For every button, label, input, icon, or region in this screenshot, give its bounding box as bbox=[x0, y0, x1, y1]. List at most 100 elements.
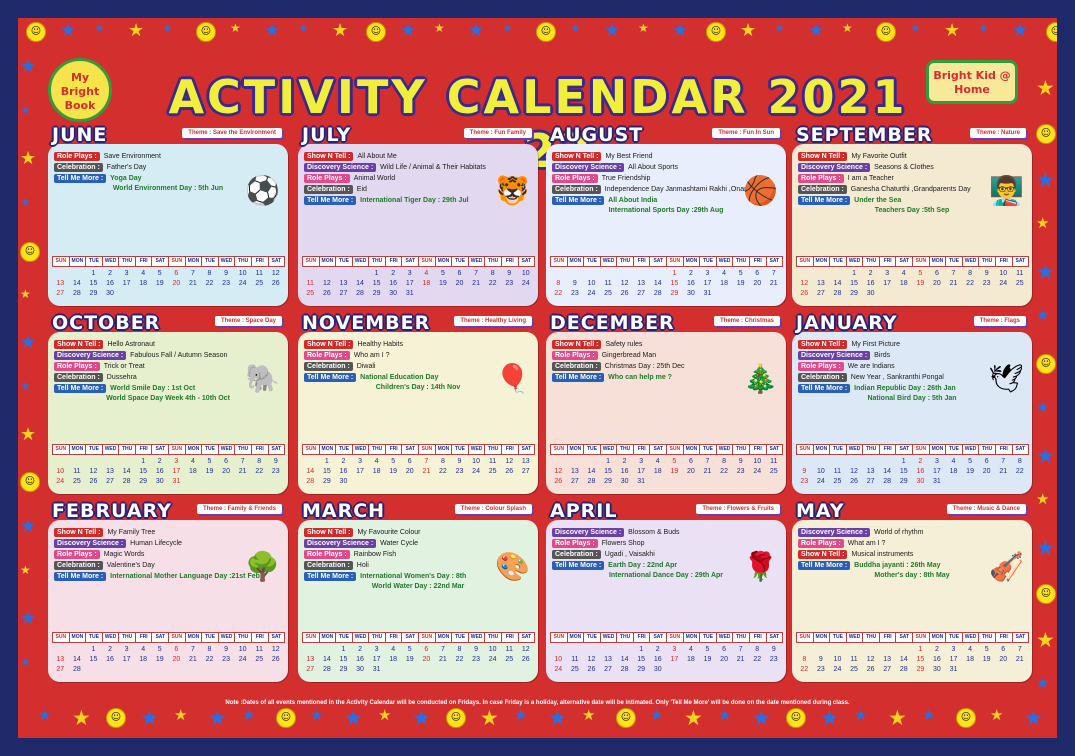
activity-text: International Women's Day : 8th bbox=[360, 573, 467, 580]
date-cell: 7 bbox=[424, 458, 429, 465]
date-cell: 3 bbox=[374, 646, 379, 653]
date-cell: 5 bbox=[407, 646, 412, 653]
weekday-label: FRI bbox=[500, 444, 519, 455]
activity-tag: Celebration : bbox=[798, 185, 847, 194]
activity-text: World Smile Day : 1st Oct bbox=[110, 385, 196, 392]
date-cell: 17 bbox=[933, 468, 941, 475]
date-cell: 2 bbox=[341, 458, 346, 465]
special-day: World Water Day : 22nd Mar bbox=[371, 583, 465, 590]
weekday-label: THU bbox=[484, 256, 502, 267]
date-cell: 19 bbox=[966, 468, 974, 475]
date-cell: 29 bbox=[899, 478, 908, 485]
date-cell: 30 bbox=[106, 290, 114, 297]
activity-tag: Discovery Science : bbox=[54, 351, 127, 360]
star-icon: ★ bbox=[298, 21, 309, 35]
date-cell: 6 bbox=[755, 270, 760, 277]
star-icon: ★ bbox=[434, 21, 445, 35]
date-cell: 21 bbox=[189, 656, 197, 663]
activity-text: Trick or Treat bbox=[103, 363, 145, 370]
date-cell: 23 bbox=[800, 478, 809, 485]
activity-tag: Celebration : bbox=[54, 163, 103, 172]
date-cell: 2 bbox=[358, 646, 362, 653]
weekday-label: FRI bbox=[384, 632, 403, 643]
date-cell: 9 bbox=[818, 656, 823, 663]
date-cell: 24 bbox=[816, 478, 825, 485]
date-row: 13 14 15 16 17 18 19 20 21 22 23 24 25 26 bbox=[52, 655, 284, 665]
date-grid: 0012345678910111213141516171819202122232… bbox=[52, 645, 284, 682]
theme-badge: Theme : Flowers & Fruits bbox=[696, 504, 780, 514]
star-icon: ★ bbox=[162, 21, 173, 35]
star-icon: ★ bbox=[468, 20, 485, 41]
date-cell: 29 bbox=[850, 290, 858, 297]
activity-tag: Show N Tell : bbox=[552, 340, 602, 349]
weekday-label: TUE bbox=[945, 444, 963, 455]
activity-text: All About India bbox=[608, 197, 658, 204]
weekday-label: TUE bbox=[699, 256, 717, 267]
star-icon: ★ bbox=[910, 21, 921, 35]
activity-text: I am a Teacher bbox=[847, 175, 894, 182]
activity-tag: Show N Tell : bbox=[552, 152, 602, 161]
date-cell: 19 bbox=[405, 656, 414, 663]
weekday-label: SUN bbox=[550, 256, 568, 267]
weekday-label: FRI bbox=[134, 632, 153, 643]
activity-item: Show N Tell : Safety rules bbox=[552, 340, 780, 349]
date-cell: 30 bbox=[620, 478, 629, 485]
date-cell: 5 bbox=[968, 458, 973, 465]
date-cell: 30 bbox=[933, 666, 941, 673]
star-icon: ★ bbox=[718, 706, 732, 724]
weekday-label: MON bbox=[184, 632, 203, 643]
date-row: 252627282930310000000 bbox=[302, 289, 534, 299]
date-row: 12 13 14 15 16 17 18 19 20 21 22 23 24 25 bbox=[550, 467, 782, 477]
star-icon: ★ bbox=[20, 103, 31, 117]
date-cell: 11 bbox=[770, 458, 778, 465]
month-card: Show N Tell : My Best Friend Discovery Sci… bbox=[546, 144, 786, 306]
weekday-label: TUE bbox=[829, 256, 847, 267]
date-cell: 7 bbox=[190, 270, 195, 277]
date-cell: 11 bbox=[73, 468, 81, 475]
month-name: JULY bbox=[302, 124, 352, 146]
month-name: AUGUST bbox=[550, 124, 644, 146]
date-cell: 18 bbox=[966, 656, 974, 663]
date-cell: 25 bbox=[255, 656, 264, 663]
date-cell: 21 bbox=[703, 468, 712, 475]
star-icon: ★ bbox=[332, 20, 349, 41]
date-cell: 1 bbox=[672, 270, 677, 277]
date-cell: 26 bbox=[866, 666, 875, 673]
date-cell: 11 bbox=[604, 280, 612, 287]
date-cell: 28 bbox=[587, 478, 596, 485]
date-cell: 21 bbox=[1015, 656, 1024, 663]
date-cell: 5 bbox=[672, 458, 677, 465]
month-panel: Show N Tell : My First Picture Discovery S… bbox=[792, 312, 1032, 494]
star-icon: ★ bbox=[264, 20, 281, 41]
weekday-label: SAT bbox=[267, 632, 286, 643]
date-cell: 13 bbox=[306, 656, 315, 663]
star-icon: ★ bbox=[38, 706, 52, 724]
star-icon: ★ bbox=[1036, 628, 1055, 652]
weekday-label: THU bbox=[616, 256, 634, 267]
weekday-label: SAT bbox=[895, 256, 914, 267]
weekday-label: WED bbox=[715, 632, 734, 643]
activity-item: Role Plays : Who am I ? bbox=[304, 351, 532, 360]
weekday-label: WED bbox=[715, 256, 734, 267]
date-cell: 14 bbox=[883, 468, 892, 475]
activity-tag: Discovery Science : bbox=[798, 351, 871, 360]
weekday-label: SUN bbox=[796, 444, 814, 455]
date-cell: 8 bbox=[556, 280, 561, 287]
activity-tag: Discovery Science : bbox=[304, 163, 377, 172]
activity-tag: Tell Me More : bbox=[304, 196, 357, 205]
star-icon: ★ bbox=[1036, 398, 1050, 416]
weekday-label: SUN bbox=[550, 444, 568, 455]
star-icon: ★ bbox=[820, 706, 839, 730]
date-cell: 8 bbox=[207, 646, 212, 653]
date-cell: 16 bbox=[653, 656, 662, 663]
date-cell: 3 bbox=[885, 270, 890, 277]
activity-text: Holi bbox=[356, 562, 369, 569]
weekday-label: TUE bbox=[335, 632, 353, 643]
date-cell: 15 bbox=[322, 468, 331, 475]
date-cell: 1 bbox=[324, 458, 329, 465]
activity-tag: Celebration : bbox=[304, 561, 353, 570]
activity-text: Human Lifecycle bbox=[130, 540, 182, 547]
date-cell: 29 bbox=[670, 290, 679, 297]
weekday-label: SAT bbox=[649, 632, 668, 643]
date-cell: 11 bbox=[833, 468, 842, 475]
